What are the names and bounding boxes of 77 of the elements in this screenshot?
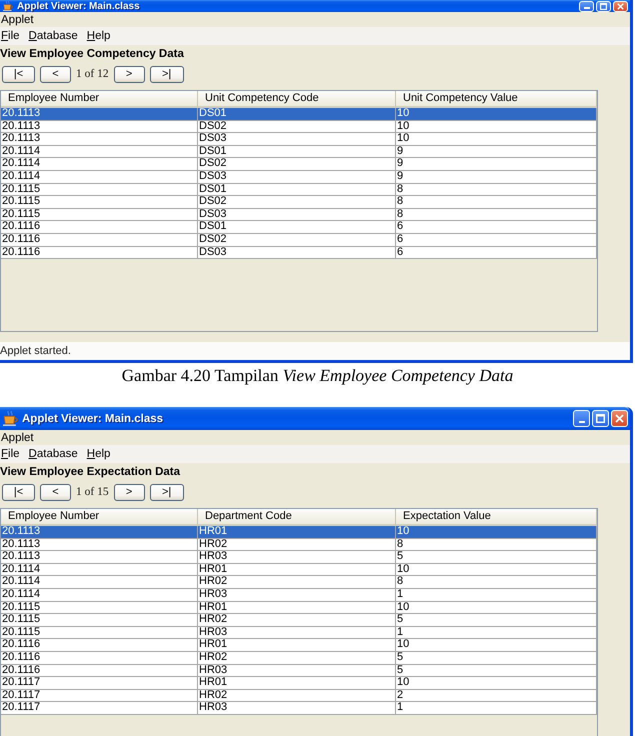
column-header: Employee Number — [1, 91, 198, 108]
table-row[interactable]: 20.1117 HR03 1 — [1, 702, 597, 715]
table-row[interactable]: 20.1115 DS03 8 — [1, 208, 597, 222]
page-indicator: 1 of 12 — [76, 68, 109, 80]
status-bar: Applet started. — [0, 342, 630, 360]
panel-heading: View Employee Competency Data — [0, 47, 185, 62]
last-page-button[interactable]: >| — [150, 66, 184, 82]
menu-item[interactable]: File — [1, 447, 20, 461]
table-cell: 1 — [396, 702, 597, 715]
next-page-button[interactable]: > — [114, 484, 145, 500]
table-row[interactable]: 20.1116 HR02 5 — [1, 652, 597, 665]
menu-item[interactable]: Help — [86, 29, 110, 43]
minimize-icon — [578, 421, 584, 423]
previous-page-button[interactable]: < — [40, 66, 71, 82]
table-cell: 6 — [396, 246, 597, 260]
table-row[interactable]: 20.1116 DS01 6 — [1, 221, 597, 234]
table-row[interactable]: 20.1117 HR02 2 — [1, 690, 597, 702]
panel-heading: View Employee Expectation Data — [0, 465, 182, 480]
window-title: Applet Viewer: Main.class — [17, 0, 141, 12]
table-cell: DS03 — [198, 246, 396, 260]
table-row[interactable]: 20.1116 DS03 6 — [1, 246, 597, 260]
table-row[interactable]: 20.1113 DS01 10 — [1, 108, 597, 121]
column-header: Employee Number — [1, 509, 198, 526]
column-header: Unit Competency Code — [198, 91, 396, 108]
minimize-button[interactable] — [579, 0, 594, 12]
window-title: Applet Viewer: Main.class — [22, 412, 164, 426]
table-row[interactable]: 20.1116 DS02 6 — [1, 234, 597, 247]
menu-item[interactable]: Applet — [1, 12, 34, 26]
cup-icon — [3, 1, 13, 11]
table-row[interactable]: 20.1115 DS01 8 — [1, 184, 597, 196]
close-icon — [617, 2, 624, 10]
table-row[interactable]: 20.1117 HR01 10 — [1, 677, 597, 690]
table-row[interactable]: 20.1113 DS02 10 — [1, 120, 597, 134]
first-page-button[interactable]: |< — [2, 484, 35, 500]
table-row[interactable]: 20.1114 HR01 10 — [1, 564, 597, 576]
table-row[interactable]: 20.1113 HR03 5 — [1, 551, 597, 564]
table-row[interactable]: 20.1114 HR03 1 — [1, 588, 597, 602]
table-cell: 20.1117 — [1, 702, 198, 715]
last-page-button[interactable]: >| — [150, 484, 184, 500]
table-row[interactable]: 20.1114 DS03 9 — [1, 170, 597, 184]
first-page-button[interactable]: |< — [2, 66, 35, 82]
menu-item[interactable]: Applet — [1, 430, 34, 444]
cup-icon — [3, 411, 18, 426]
menu-item[interactable]: Database — [28, 29, 78, 43]
table-row[interactable]: 20.1113 HR01 10 — [1, 526, 597, 539]
column-header: Department Code — [198, 509, 396, 526]
table-row[interactable]: 20.1114 HR02 8 — [1, 576, 597, 589]
previous-page-button[interactable]: < — [40, 484, 71, 500]
table-row[interactable]: 20.1115 HR02 5 — [1, 614, 597, 627]
table-cell: HR03 — [198, 702, 396, 715]
minimize-icon — [584, 6, 590, 8]
table-row[interactable]: 20.1115 HR01 10 — [1, 602, 597, 614]
table-row[interactable]: 20.1113 DS03 10 — [1, 133, 597, 146]
close-button[interactable] — [613, 0, 628, 12]
table-cell: 20.1116 — [1, 246, 198, 260]
table-row[interactable]: 20.1114 DS01 9 — [1, 146, 597, 158]
menu-item[interactable]: File — [1, 29, 20, 43]
menu-item[interactable]: Database — [28, 447, 78, 461]
table-row[interactable]: 20.1115 DS02 8 — [1, 196, 597, 209]
close-button[interactable] — [611, 410, 628, 427]
maximize-icon — [600, 2, 607, 10]
column-header: Expectation Value — [396, 509, 597, 526]
table-row[interactable]: 20.1115 HR03 1 — [1, 626, 597, 640]
figure-caption: Gambar 4.20 Tampilan View Employee Competency Data — [122, 366, 514, 386]
table-row[interactable]: 20.1114 DS02 9 — [1, 158, 597, 171]
table-row[interactable]: 20.1116 HR01 10 — [1, 639, 597, 652]
minimize-button[interactable] — [573, 410, 590, 427]
menu-item[interactable]: Help — [86, 447, 110, 461]
maximize-icon — [596, 414, 605, 423]
column-header: Unit Competency Value — [396, 91, 597, 108]
table-row[interactable]: 20.1113 HR02 8 — [1, 538, 597, 552]
close-icon — [615, 414, 624, 423]
maximize-button[interactable] — [592, 410, 609, 427]
table-row[interactable]: 20.1116 HR03 5 — [1, 664, 597, 678]
maximize-button[interactable] — [596, 0, 611, 12]
page-indicator: 1 of 15 — [76, 486, 109, 498]
next-page-button[interactable]: > — [114, 66, 145, 82]
